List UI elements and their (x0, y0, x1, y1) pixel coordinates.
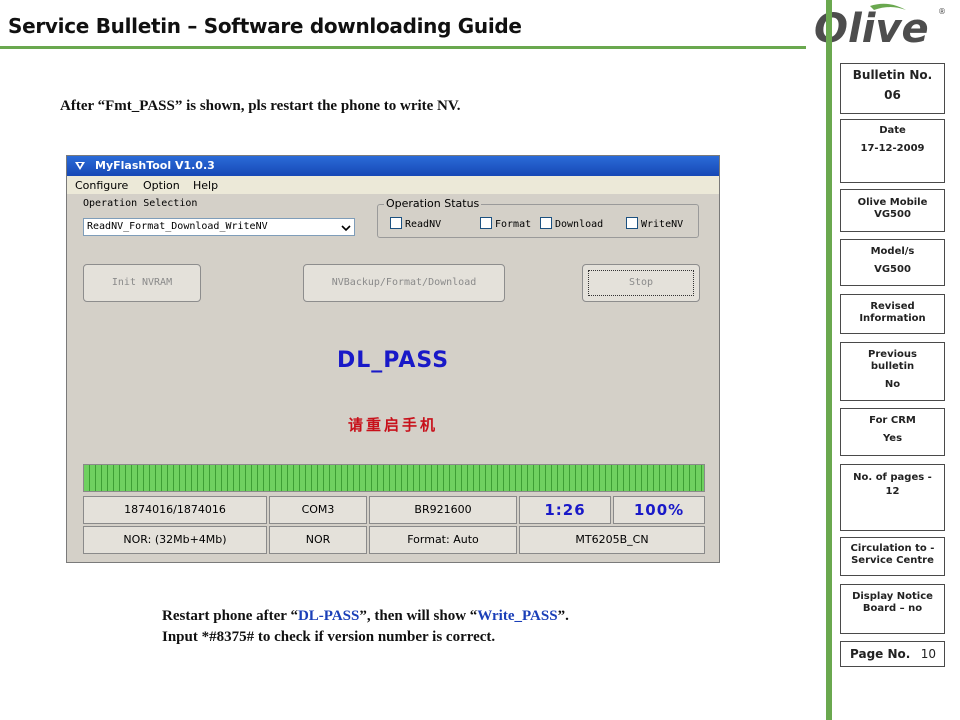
date-box: Date 17-12-2009 (840, 119, 945, 183)
checkbox-format[interactable]: Format (480, 217, 531, 230)
bulletin-number-box: Bulletin No. 06 (840, 63, 945, 114)
instruction-mid: ”, then will show “ (359, 608, 478, 624)
checkbox-readnv[interactable]: ReadNV (390, 217, 441, 230)
bulletin-number-label: Bulletin No. (852, 68, 933, 82)
pages-label: No. of pages - (853, 472, 932, 483)
checkbox-writenv-label: WriteNV (641, 219, 684, 230)
crm-value: Yes (882, 433, 903, 444)
restart-phone-message: 请重启手机 (347, 416, 438, 434)
previous-bulletin-label: Previous bulletin (868, 349, 917, 372)
chipset-cell: MT6205B_CN (519, 526, 705, 554)
operation-selection-label: Operation Selection (83, 198, 198, 209)
page-number-box: Page No. 10 (840, 641, 945, 667)
instruction-line-2: Input *#8375# to check if version number… (162, 629, 496, 645)
revised-info-label: Revised Information (859, 301, 926, 324)
circulation-label: Circulation to - Service Centre (850, 543, 935, 566)
previous-bulletin-value: No (884, 379, 901, 390)
device-box: Olive Mobile VG500 (840, 189, 945, 232)
elapsed-time-cell: 1:26 (519, 496, 611, 524)
checkbox-download[interactable]: Download (540, 217, 603, 230)
page-title: Service Bulletin – Software downloading … (8, 14, 522, 38)
bytes-transferred-cell: 1874016/1874016 (83, 496, 267, 524)
instruction-prefix: Restart phone after “ (162, 608, 298, 624)
previous-bulletin-box: Previous bulletin No (840, 342, 945, 401)
flash-type-cell: NOR (269, 526, 367, 554)
checkbox-box (626, 217, 638, 229)
format-mode-cell: Format: Auto (369, 526, 517, 554)
pages-box: No. of pages - 12 (840, 464, 945, 531)
page-number-label: Page No. (850, 647, 911, 661)
revised-info-box: Revised Information (840, 294, 945, 334)
notice-box: Display Notice Board – no (840, 584, 945, 634)
device-value: VG500 (874, 209, 911, 220)
checkbox-download-label: Download (555, 219, 604, 230)
model-value: VG500 (874, 264, 911, 275)
instruction-dl-pass: DL-PASS (297, 608, 360, 624)
model-box: Model/s VG500 (840, 239, 945, 286)
operation-selection-value: ReadNV_Format_Download_WriteNV (87, 221, 268, 232)
header-divider (0, 46, 806, 49)
com-port-cell: COM3 (269, 496, 367, 524)
instruction-suffix: ”. (557, 608, 569, 624)
flash-size-cell: NOR: (32Mb+4Mb) (83, 526, 267, 554)
restart-instructions: Restart phone after “DL-PASS”, then will… (162, 606, 569, 648)
app-icon (75, 162, 85, 170)
sidebar-divider (826, 0, 832, 720)
model-label: Model/s (870, 246, 915, 257)
pages-value: 12 (885, 486, 900, 497)
svg-text:®: ® (938, 7, 946, 16)
checkbox-format-label: Format (495, 219, 532, 230)
checkbox-box (390, 217, 402, 229)
operation-selection-dropdown[interactable]: ReadNV_Format_Download_WriteNV (83, 218, 355, 236)
baud-rate-cell: BR921600 (369, 496, 517, 524)
instruction-line-1: Restart phone after “DL-PASS”, then will… (162, 606, 569, 627)
nvbackup-format-download-button[interactable]: NVBackup/Format/Download (303, 264, 505, 302)
menu-bar: Configure Option Help (67, 176, 719, 194)
olive-logo-icon: Olive ® (814, 3, 946, 50)
instruction-write-pass: Write_PASS (477, 608, 558, 624)
date-label: Date (879, 125, 906, 136)
chevron-down-icon (341, 225, 351, 232)
window-titlebar[interactable]: MyFlashTool V1.0.3 (67, 156, 719, 176)
checkbox-box (480, 217, 492, 229)
circulation-box: Circulation to - Service Centre (840, 537, 945, 576)
crm-box: For CRM Yes (840, 408, 945, 456)
menu-configure[interactable]: Configure (75, 179, 128, 192)
stop-button[interactable]: Stop (582, 264, 700, 302)
intro-instruction: After “Fmt_PASS” is shown, pls restart t… (60, 98, 461, 114)
crm-label: For CRM (869, 415, 916, 426)
date-value: 17-12-2009 (860, 143, 925, 154)
bulletin-number-value: 06 (884, 88, 901, 102)
notice-label: Display Notice Board – no (852, 591, 933, 614)
operation-status-group: Operation Status ReadNV Format Download … (377, 197, 699, 238)
result-status-text: DL_PASS (336, 348, 450, 373)
progress-percent-cell: 100% (613, 496, 705, 524)
operation-status-label: Operation Status (384, 197, 482, 210)
checkbox-readnv-label: ReadNV (405, 219, 442, 230)
menu-help[interactable]: Help (193, 179, 218, 192)
page-number-value: 10 (920, 647, 936, 661)
init-nvram-button[interactable]: Init NVRAM (83, 264, 201, 302)
device-label: Olive Mobile (857, 197, 928, 208)
window-title: MyFlashTool V1.0.3 (95, 159, 215, 172)
download-progress-bar (83, 464, 705, 492)
checkbox-writenv[interactable]: WriteNV (626, 217, 683, 230)
menu-option[interactable]: Option (143, 179, 180, 192)
flash-tool-window: MyFlashTool V1.0.3 Configure Option Help… (66, 155, 720, 563)
checkbox-box (540, 217, 552, 229)
